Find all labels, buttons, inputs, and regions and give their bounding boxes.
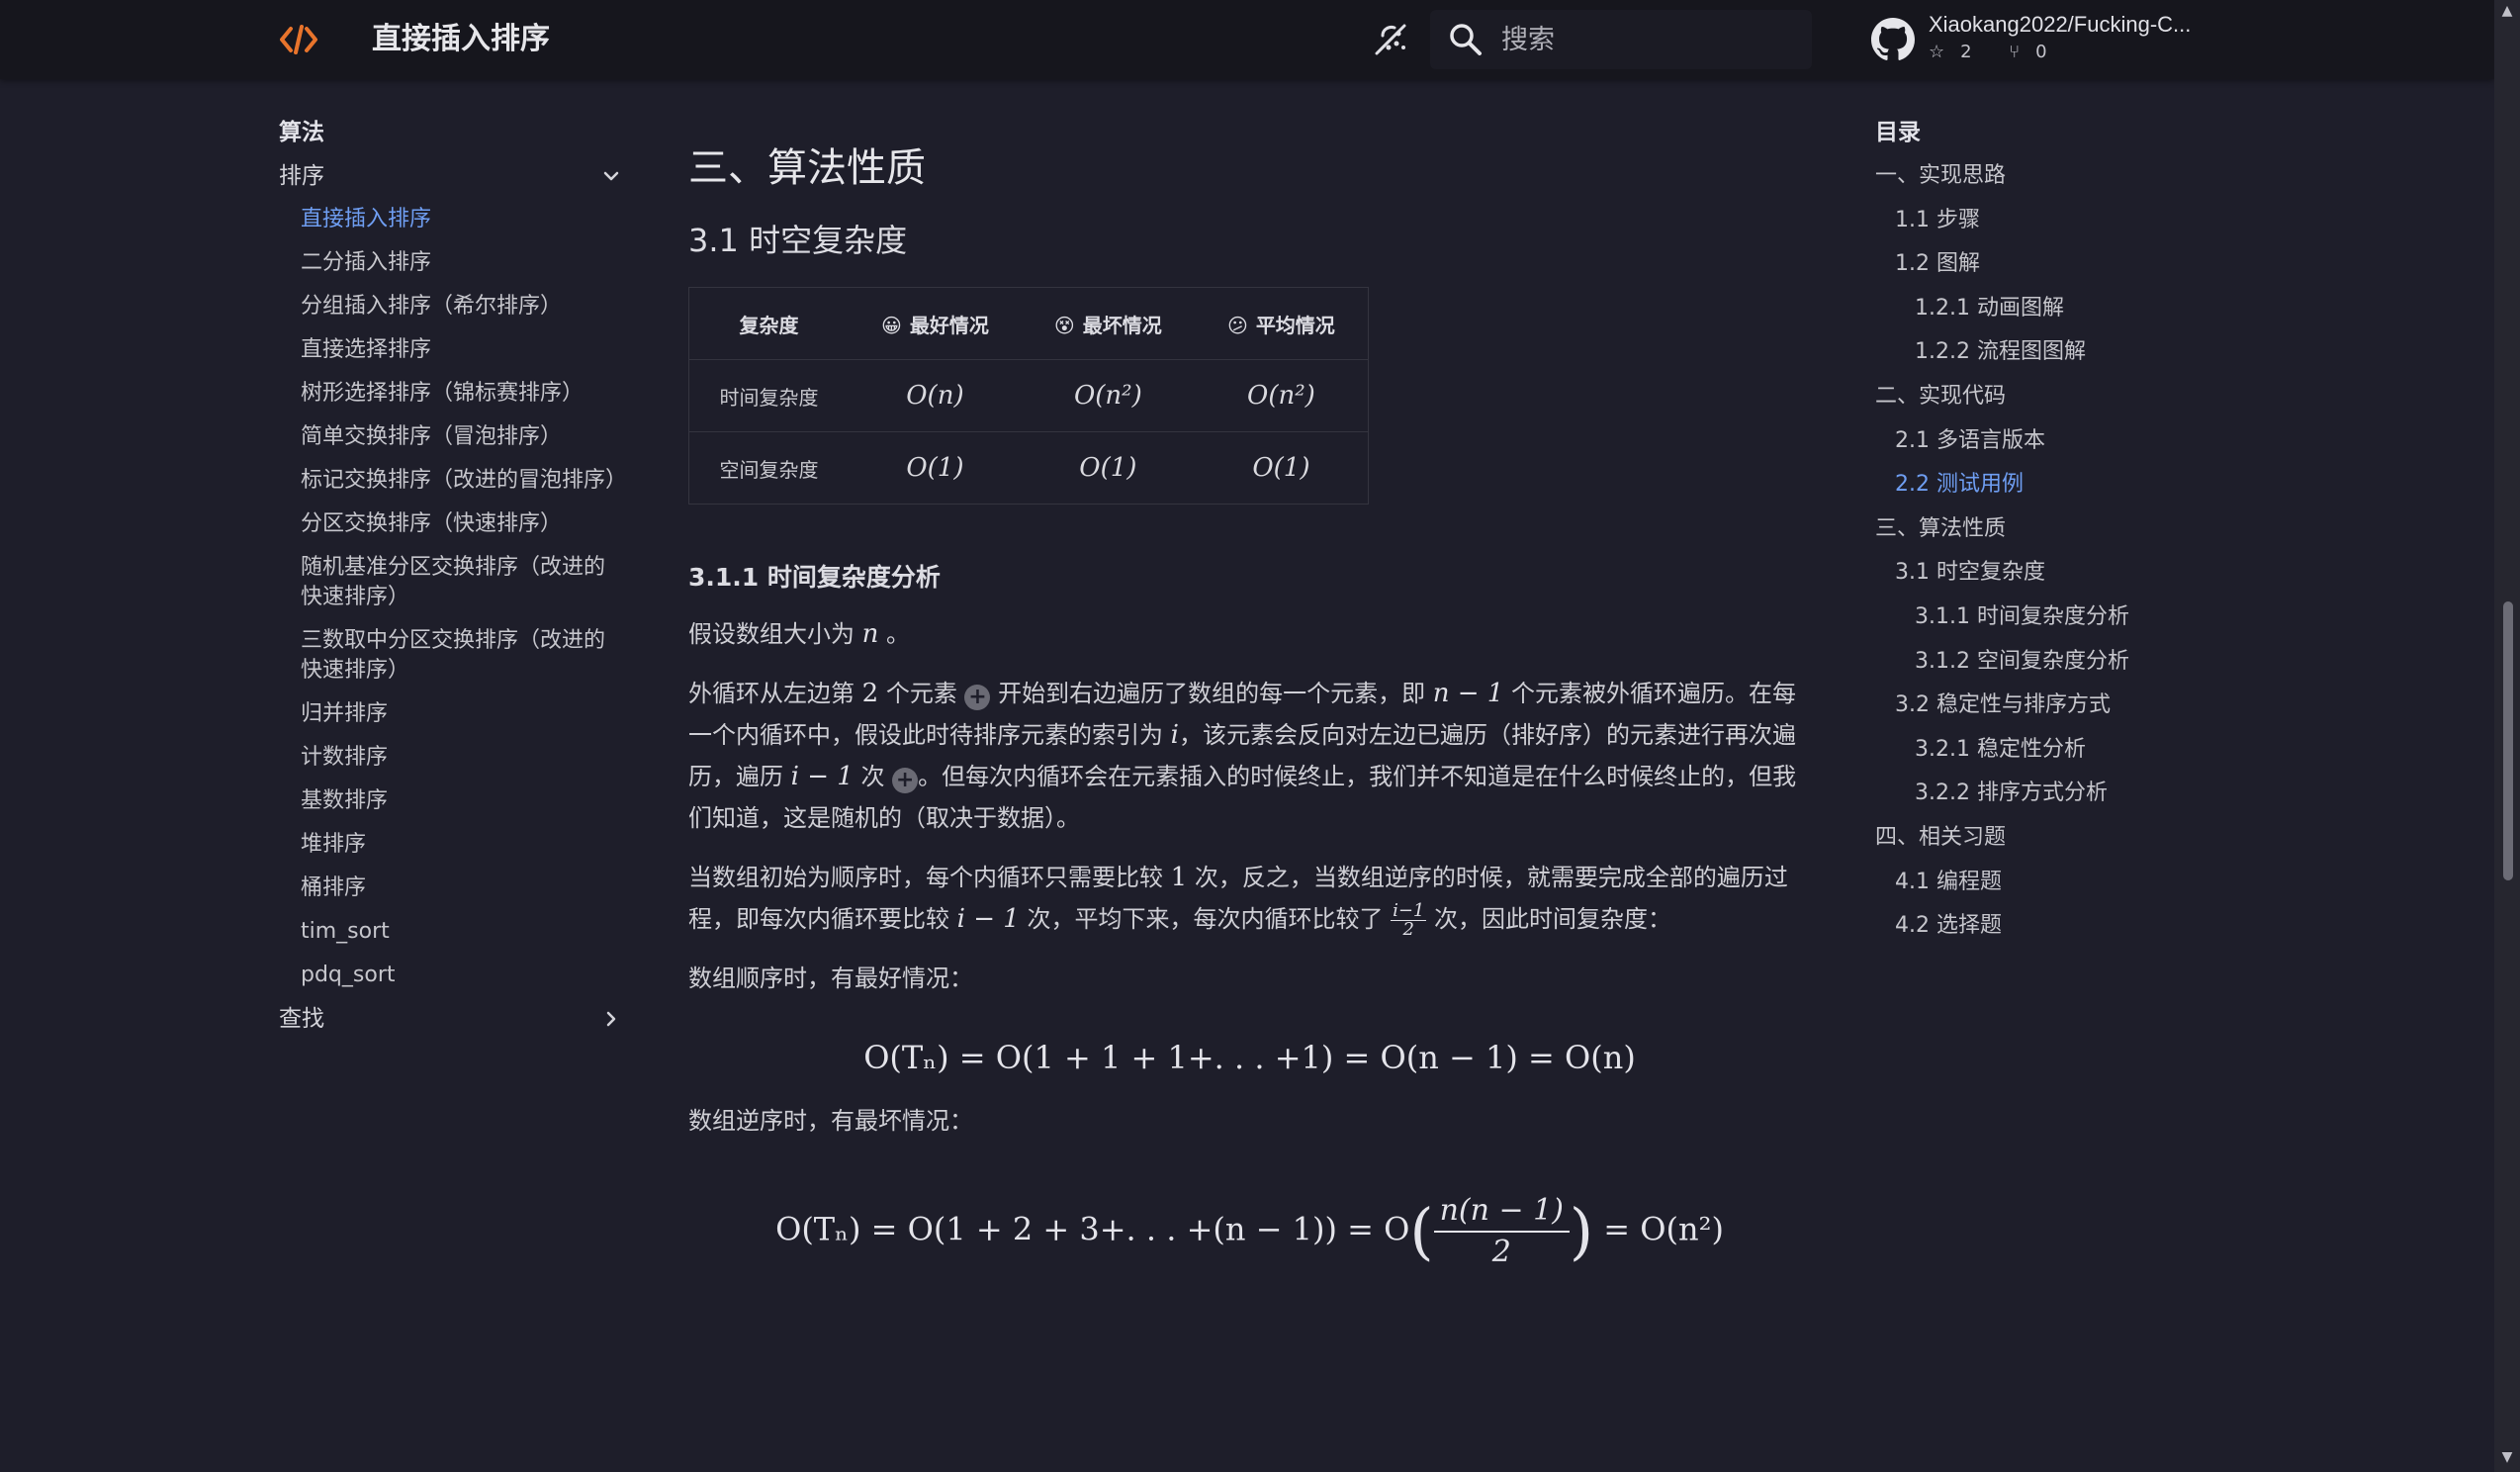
sidebar-item-tim-sort[interactable]: tim_sort [279,910,625,954]
sidebar-group-search[interactable]: 查找 [279,997,625,1041]
table-row: 空间复杂度 O(1) O(1) O(1) [688,431,1369,505]
page-scrollbar[interactable]: ▲ ▼ [2494,0,2520,1472]
toc-item[interactable]: 三、算法性质 [1875,507,2211,552]
sidebar-heading: 算法 [279,120,324,145]
table-of-contents: 目录 一、实现思路 1.1 步骤 1.2 图解 1.2.1 动画图解 1.2.2 流程图… [1875,111,2211,949]
chevron-down-icon [603,171,619,181]
formula-paren: ( [1409,1195,1434,1267]
table-row: 时间复杂度 O(n) O(n²) O(n²) [688,359,1369,432]
sidebar-item-median-quick-sort[interactable]: 三数取中分区交换排序（改进的快速排序） [279,619,625,692]
grin-emoji-icon: 😀 [880,313,902,337]
table-cell: O(1) [1194,431,1369,505]
table-cell: O(n²) [1021,359,1195,432]
toc-item[interactable]: 2.1 多语言版本 [1875,419,2211,464]
sidebar-item-quick-sort[interactable]: 分区交换排序（快速排序） [279,503,625,546]
toc-item[interactable]: 3.1.2 空间复杂度分析 [1875,640,2211,685]
confused-emoji-icon: 😕 [1226,313,1248,337]
table-header: 😵 最坏情况 [1021,287,1195,360]
toc-item[interactable]: 3.1.1 时间复杂度分析 [1875,596,2211,640]
sidebar-item-tournament-sort[interactable]: 树形选择排序（锦标赛排序） [279,372,625,415]
sidebar-item-shell-sort[interactable]: 分组插入排序（希尔排序） [279,285,625,328]
search-icon [1450,24,1482,55]
sidebar-item-bucket-sort[interactable]: 桶排序 [279,867,625,910]
table-header-row: 复杂度 😀 最好情况 😵 最坏情况 😕 平均情况 [688,287,1369,360]
toc-item[interactable]: 二、实现代码 [1875,375,2211,419]
sidebar-item-radix-sort[interactable]: 基数排序 [279,780,625,823]
left-sidebar: 算法 排序 直接插入排序 二分插入排序 分组插入排序（希尔排序） 直接选择排序 … [279,111,627,1041]
toc-item[interactable]: 3.2.1 稳定性分析 [1875,728,2211,773]
sidebar-item-binary-insertion-sort[interactable]: 二分插入排序 [279,241,625,285]
toc-item[interactable]: 1.2 图解 [1875,242,2211,287]
sidebar-item-random-quick-sort[interactable]: 随机基准分区交换排序（改进的快速排序） [279,546,625,619]
repo-name: Xiaokang2022/Fucking-C... [1929,12,2192,37]
sidebar-item-improved-bubble-sort[interactable]: 标记交换排序（改进的冒泡排序） [279,459,627,503]
formula-paren: ) [1569,1195,1594,1267]
search-box[interactable] [1430,10,1812,69]
footnote-plus-icon[interactable]: + [892,768,919,793]
table-header: 😀 最好情况 [848,287,1022,360]
scrollbar-thumb[interactable] [2503,601,2513,880]
toc-item[interactable]: 四、相关习题 [1875,816,2211,861]
sidebar-item-counting-sort[interactable]: 计数排序 [279,736,625,780]
star-icon: ☆ [1929,42,1945,62]
footnote-plus-icon[interactable]: + [964,685,991,710]
toc-item[interactable]: 一、实现思路 [1875,154,2211,199]
toc-item[interactable]: 1.2.1 动画图解 [1875,287,2211,331]
toc-item[interactable]: 4.1 编程题 [1875,861,2211,905]
toc-item[interactable]: 3.2 稳定性与排序方式 [1875,684,2211,728]
table-cell: 空间复杂度 [688,431,849,505]
toc-item[interactable]: 3.1 时空复杂度 [1875,551,2211,596]
paragraph-outer-loop: 外循环从左边第 2 个元素 + 开始到右边遍历了数组的每一个元素，即 n − 1… [688,679,1797,832]
toc-list: 一、实现思路 1.1 步骤 1.2 图解 1.2.1 动画图解 1.2.2 流程图图解二… [1875,154,2211,949]
site-title[interactable]: 直接插入排序 [372,20,550,59]
table-cell: O(1) [1021,431,1195,505]
chevron-right-icon [606,1011,616,1027]
paragraph-best-case: 数组顺序时，有最好情况： [688,965,973,992]
toc-item[interactable]: 1.1 步骤 [1875,199,2211,243]
inline-fraction: i−1 2 [1391,899,1427,940]
table-cell: O(n²) [1194,359,1369,432]
star-count: ☆ 2 [1929,42,1972,62]
complexity-table: 复杂度 😀 最好情况 😵 最坏情况 😕 平均情况 时间复杂度 O(n) O(n²) O… [688,287,1369,505]
fork-count: ⑂ 0 [2009,42,2047,62]
toc-item[interactable]: 2.2 测试用例 [1875,463,2211,507]
fork-icon: ⑂ [2009,42,2021,62]
toc-item[interactable]: 3.2.2 排序方式分析 [1875,772,2211,816]
table-header: 复杂度 [688,287,849,360]
table-header: 😕 平均情况 [1194,287,1369,360]
table-cell: 时间复杂度 [688,359,849,432]
top-header: 直接插入排序 Xiaokang2022/Fucking-C... ☆2 ⑂0 [0,0,2494,79]
section-heading: 三、算法性质 [688,145,926,191]
sidebar-item-insertion-sort[interactable]: 直接插入排序 [279,198,625,241]
sidebar-item-merge-sort[interactable]: 归并排序 [279,692,625,736]
toc-title: 目录 [1875,120,1921,145]
paragraph-inner-loop: 当数组初始为顺序时，每个内循环只需要比较 1 次，反之，当数组逆序的时候，就需要… [688,863,1788,940]
sidebar-item-pdq-sort[interactable]: pdq_sort [279,954,625,997]
dizzy-emoji-icon: 😵 [1053,313,1075,337]
search-input[interactable] [1501,18,1798,61]
github-icon [1871,18,1915,60]
code-logo-icon[interactable] [279,22,318,57]
formula-best-case: O(Tₙ) = O(1 + 1 + 1+. . . +1) = O(n − 1)… [863,1039,1636,1076]
repo-link[interactable]: Xiaokang2022/Fucking-C... ☆ 2 ⑂ 0 [1871,12,2227,71]
paragraph-worst-case: 数组逆序时，有最坏情况： [688,1107,973,1135]
subsection-heading: 3.1 时空复杂度 [688,222,908,259]
scroll-up-icon[interactable]: ▲ [2500,4,2514,18]
sidebar-item-bubble-sort[interactable]: 简单交换排序（冒泡排序） [279,415,625,459]
table-cell: O(1) [848,431,1022,505]
table-cell: O(n) [848,359,1022,432]
sidebar-item-heap-sort[interactable]: 堆排序 [279,823,625,867]
toc-item[interactable]: 1.2.2 流程图图解 [1875,330,2211,375]
formula-fraction: n(n − 1) 2 [1433,1191,1570,1272]
scroll-down-icon[interactable]: ▼ [2500,1450,2514,1464]
subsubsection-heading: 3.1.1 时间复杂度分析 [688,563,941,592]
main-content: 三、算法性质 3.1 时空复杂度 复杂度 😀 最好情况 😵 最坏情况 😕 平均情况 时… [688,138,1811,1296]
theme-toggle-icon[interactable] [1369,18,1412,61]
paragraph-array-size: 假设数组大小为 n 。 [688,619,911,649]
formula-worst-case: O(Tₙ) = O(1 + 2 + 3+. . . +(n − 1)) = O(… [688,1191,1811,1272]
repo-stats: ☆ 2 ⑂ 0 [1929,42,2079,62]
sidebar-group-sort[interactable]: 排序 [279,154,625,198]
sidebar-item-selection-sort[interactable]: 直接选择排序 [279,328,625,372]
toc-item[interactable]: 4.2 选择题 [1875,904,2211,949]
